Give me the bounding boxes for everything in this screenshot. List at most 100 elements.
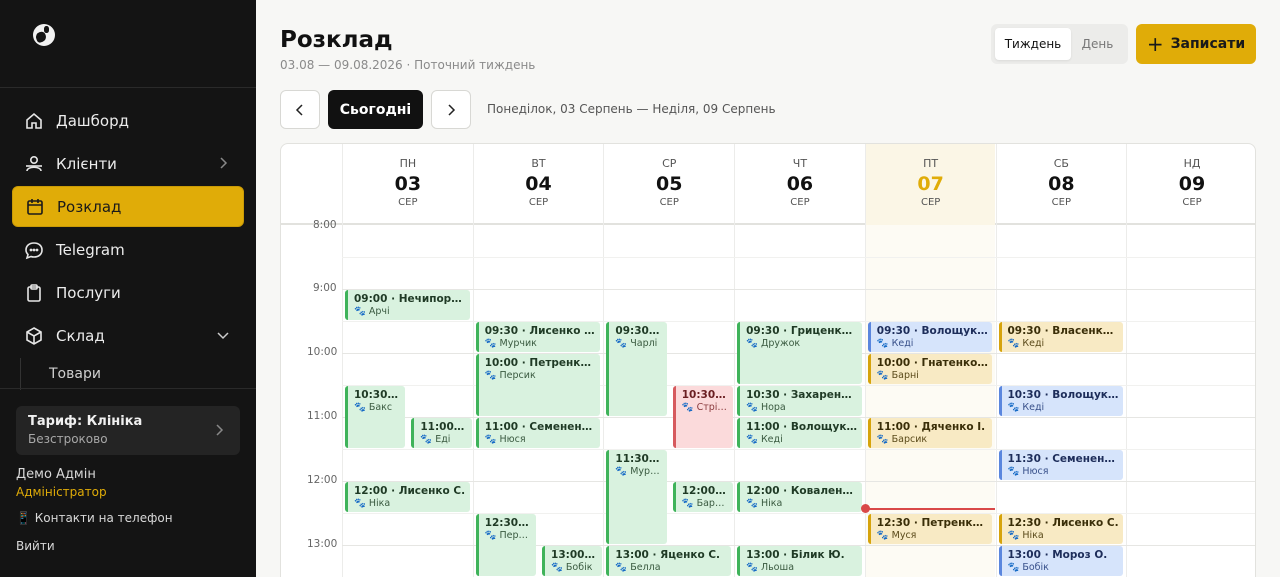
calendar-header: ПН 03 СЕР ВТ 04 СЕР СР 05 СЕР ЧТ 06 СЕР ПТ 07 СЕР СБ 08 С… xyxy=(281,144,1255,225)
sidebar-item-warehouse[interactable]: Склад xyxy=(12,315,244,356)
appointment-card[interactable]: 12:00 · Коваленко …🐾 Ніка xyxy=(737,482,862,512)
today-button[interactable]: Сьогодні xyxy=(328,90,423,129)
sidebar-item-label: Telegram xyxy=(56,240,125,259)
sidebar-item-telegram[interactable]: Telegram xyxy=(12,229,244,270)
appointment-card[interactable]: 09:30 · Гриценко Л. 🐾 Дружок xyxy=(737,322,862,384)
appointment-card[interactable]: 09:30 ·… 🐾 Чарлі xyxy=(606,322,667,416)
prev-week-button[interactable] xyxy=(280,90,320,129)
chat-icon xyxy=(25,241,43,259)
appointment-card[interactable]: 13:00 ·… 🐾 Бобік xyxy=(542,546,603,576)
appointment-title: 09:00 · Нечипорен… xyxy=(354,293,466,305)
chevron-right-icon xyxy=(448,103,456,116)
sidebar-item-dashboard[interactable]: Дашборд xyxy=(12,100,244,141)
appointment-card[interactable]: 10:30 ·… 🐾 Бакс xyxy=(345,386,406,448)
view-week-button[interactable]: Тиждень xyxy=(995,28,1071,60)
user-role: Адміністратор xyxy=(16,485,107,499)
appointment-title: 11:00 · Семененко Р. xyxy=(484,421,597,433)
user-name: Демо Адмін xyxy=(16,467,96,482)
appointment-card[interactable]: 11:30 · Семененко Р.🐾 Нюся xyxy=(998,450,1124,480)
appointment-title: 09:30 · Лисенко П. xyxy=(484,325,597,337)
appointment-title: 10:30 · Волощук В. xyxy=(1007,389,1120,401)
appointment-card[interactable]: 10:30 ·… 🐾 Стрі… xyxy=(672,386,734,448)
day-of-week: СР xyxy=(662,157,677,170)
appointment-pet: 🐾 Арчі xyxy=(354,306,390,317)
appointment-card[interactable]: 10:00 · Петренко Р. 🐾 Персик xyxy=(475,354,601,416)
appointment-card[interactable]: 13:00 · Мороз О. 🐾 Бобік xyxy=(998,546,1124,576)
appointment-pet: 🐾 Белла xyxy=(615,562,661,573)
sidebar-item-services[interactable]: Послуги xyxy=(12,272,244,313)
appointment-card[interactable]: 11:30 ·… 🐾 Мур… xyxy=(606,450,667,544)
day-header-07[interactable]: ПТ 07 СЕР xyxy=(864,144,996,225)
appointment-pet: 🐾 Ніка xyxy=(354,498,391,509)
appointment-title: 10:00 · Петренко Р. xyxy=(484,357,597,369)
appointment-pet: 🐾 Кеді xyxy=(876,338,914,349)
appointment-title: 11:00 ·… xyxy=(420,421,468,433)
week-calendar: ПН 03 СЕР ВТ 04 СЕР СР 05 СЕР ЧТ 06 СЕР ПТ 07 СЕР СБ 08 С… xyxy=(280,143,1256,577)
day-month: СЕР xyxy=(528,197,549,208)
hour-label: 11:00 xyxy=(307,410,338,422)
appointment-card[interactable]: 12:30 · Петренко С. 🐾 Муся xyxy=(867,514,993,544)
view-day-button[interactable]: День xyxy=(1071,28,1124,60)
appointment-card[interactable]: 12:30 · Лисенко С. 🐾 Ніка xyxy=(998,514,1124,544)
hour-label: 10:00 xyxy=(307,346,338,358)
appointment-card[interactable]: 10:30 · Волощук В. 🐾 Кеді xyxy=(998,386,1124,416)
column-divider xyxy=(472,225,474,577)
logo-area xyxy=(0,0,256,88)
book-button-label: Записати xyxy=(1170,36,1246,52)
appointment-pet: 🐾 Кеді xyxy=(1007,338,1045,349)
plan-subtitle: Безстроково xyxy=(28,432,108,446)
sidebar-item-label: Клієнти xyxy=(56,154,117,173)
day-month: СЕР xyxy=(790,197,810,208)
day-header-09[interactable]: НД 09 СЕР xyxy=(1126,144,1255,225)
appointment-card[interactable]: 12:00 ·… 🐾 Барс… xyxy=(672,482,734,512)
appointment-pet: 🐾 Барні xyxy=(876,370,919,381)
appointment-card[interactable]: 09:30 · Власенко О. 🐾 Кеді xyxy=(998,322,1124,352)
appointment-card[interactable]: 11:00 · Семененко Р.🐾 Нюся xyxy=(475,418,601,448)
day-header-08[interactable]: СБ 08 СЕР xyxy=(995,144,1127,225)
appointment-title: 09:30 · Власенко О. xyxy=(1007,325,1120,337)
day-header-04[interactable]: ВТ 04 СЕР xyxy=(472,144,604,225)
plan-card[interactable]: Тариф: Клініка Безстроково xyxy=(16,406,240,455)
appointment-card[interactable]: 12:30 ·… 🐾 Пер… xyxy=(475,514,537,576)
appointment-pet: 🐾 Стрі… xyxy=(681,402,727,413)
day-header-06[interactable]: ЧТ 06 СЕР xyxy=(734,144,865,225)
appointment-title: 12:30 · Петренко С. xyxy=(876,517,989,529)
sidebar-item-clients[interactable]: Клієнти xyxy=(12,143,244,184)
appointment-card[interactable]: 10:30 · Захаренко … 🐾 Нора xyxy=(737,386,862,416)
appointment-card[interactable]: 09:00 · Нечипорен… 🐾 Арчі xyxy=(345,290,470,320)
contacts-link[interactable]: 📱 Контакти на телефон xyxy=(16,511,240,525)
appointment-card[interactable]: 09:30 · Волощук В. 🐾 Кеді xyxy=(867,322,993,352)
appointment-card[interactable]: 10:00 · Гнатенко Д. 🐾 Барні xyxy=(867,354,993,384)
appointment-title: 13:00 · Білик Ю. xyxy=(746,549,845,561)
appointment-card[interactable]: 11:00 · Дяченко І. 🐾 Барсик xyxy=(867,418,993,448)
sidebar-item-schedule[interactable]: Розклад xyxy=(12,186,244,227)
day-header-05[interactable]: СР 05 СЕР xyxy=(603,144,734,225)
appointment-card[interactable]: 11:00 · Волощук В. 🐾 Кеді xyxy=(737,418,862,448)
appointment-card[interactable]: 11:00 ·… 🐾 Еді xyxy=(411,418,472,448)
appointment-card[interactable]: 13:00 · Яценко С. 🐾 Белла xyxy=(606,546,732,576)
book-button[interactable]: + Записати xyxy=(1136,24,1256,64)
chevron-left-icon xyxy=(295,103,303,116)
appointment-card[interactable]: 13:00 · Білик Ю. 🐾 Льоша xyxy=(737,546,862,576)
sidebar: Дашборд Клієнти Розклад Telegram Послуги… xyxy=(0,0,256,577)
calendar-icon xyxy=(27,198,43,215)
appointment-card[interactable]: 12:00 · Лисенко С. 🐾 Ніка xyxy=(345,482,470,512)
logout-link[interactable]: Вийти xyxy=(16,539,240,553)
sidebar-subitem-products[interactable]: Товари xyxy=(20,358,244,390)
appointment-pet: 🐾 Льоша xyxy=(746,562,795,573)
appointment-pet: 🐾 Барсик xyxy=(876,434,928,445)
logo-icon[interactable] xyxy=(33,24,55,46)
appointment-title: 09:30 · Гриценко Л. xyxy=(746,325,858,337)
day-header-03[interactable]: ПН 03 СЕР xyxy=(342,144,473,225)
sidebar-item-label: Розклад xyxy=(57,197,122,216)
next-week-button[interactable] xyxy=(431,90,471,129)
appointment-pet: 🐾 Бобік xyxy=(551,562,593,573)
sidebar-item-label: Склад xyxy=(56,326,105,345)
day-month: СЕР xyxy=(398,197,418,208)
appointment-title: 10:00 · Гнатенко Д. xyxy=(876,357,989,369)
appointment-title: 09:30 ·… xyxy=(615,325,663,337)
column-divider xyxy=(603,225,605,577)
appointment-card[interactable]: 09:30 · Лисенко П. 🐾 Мурчик xyxy=(475,322,601,352)
appointment-title: 11:30 · Семененко Р. xyxy=(1007,453,1120,465)
appointment-title: 12:00 · Коваленко … xyxy=(746,485,858,497)
